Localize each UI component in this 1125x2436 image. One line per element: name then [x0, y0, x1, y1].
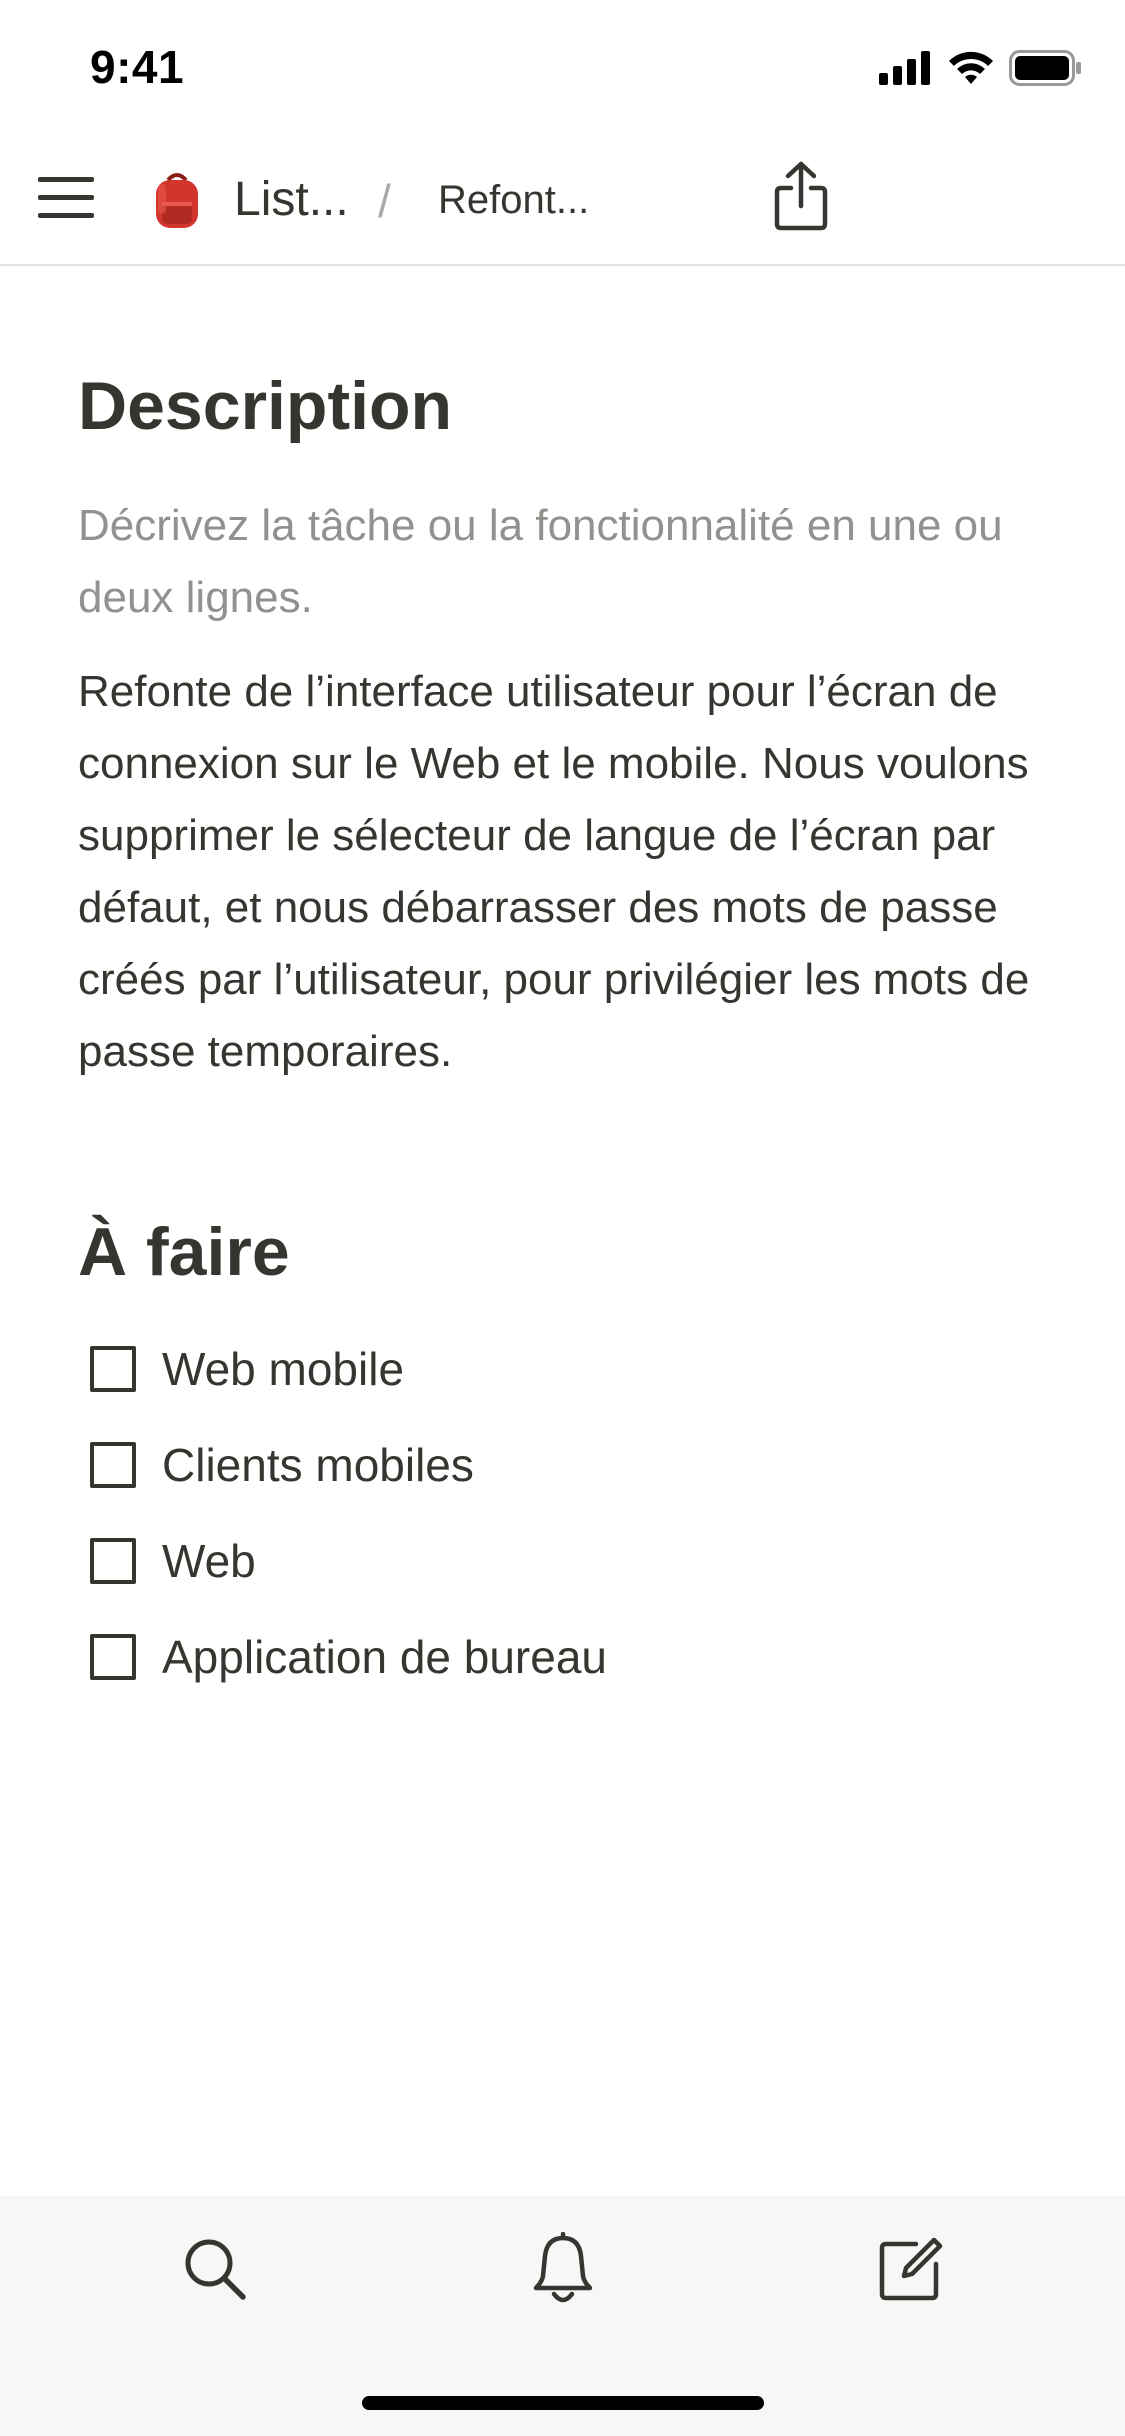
status-bar: 9:41: [0, 0, 1125, 132]
page-content: Description Décrivez la tâche ou la fonc…: [78, 266, 1058, 1705]
compose-tab-button[interactable]: [866, 2226, 956, 2316]
todo-item: Clients mobiles: [78, 1417, 1058, 1513]
menu-button[interactable]: [36, 170, 96, 230]
todo-list: Web mobile Clients mobiles Web Applicati…: [78, 1321, 1058, 1705]
search-tab-button[interactable]: [170, 2226, 260, 2316]
description-body[interactable]: Refonte de l’interface utilisateur pour …: [78, 656, 1058, 1088]
wifi-icon: [947, 50, 995, 91]
todo-checkbox[interactable]: [90, 1346, 136, 1393]
backpack-icon[interactable]: [148, 170, 206, 232]
todo-item: Application de bureau: [78, 1609, 1058, 1705]
todo-item: Web mobile: [78, 1321, 1058, 1417]
share-icon: [773, 160, 829, 237]
todo-label[interactable]: Clients mobiles: [162, 1438, 474, 1492]
hamburger-icon: [38, 175, 94, 226]
breadcrumb-parent[interactable]: List...: [234, 172, 349, 227]
nav-bar: List... / Refont...: [0, 132, 1125, 266]
todo-checkbox[interactable]: [90, 1442, 136, 1489]
todo-label[interactable]: Web: [162, 1534, 256, 1588]
todo-checkbox[interactable]: [90, 1538, 136, 1585]
cellular-signal-icon: [879, 50, 933, 90]
breadcrumb-current[interactable]: Refont...: [438, 178, 589, 223]
todo-item: Web: [78, 1513, 1058, 1609]
breadcrumb-separator: /: [378, 175, 391, 227]
bottom-tab-bar: [0, 2196, 1125, 2436]
bell-icon: [528, 2231, 598, 2311]
status-icons: [879, 49, 1083, 91]
battery-icon: [1009, 49, 1083, 91]
todo-label[interactable]: Web mobile: [162, 1342, 404, 1396]
search-icon: [180, 2234, 250, 2309]
home-indicator: [362, 2396, 764, 2410]
description-heading[interactable]: Description: [78, 366, 1058, 448]
compose-icon: [876, 2234, 946, 2309]
notifications-tab-button[interactable]: [518, 2226, 608, 2316]
status-time: 9:41: [90, 41, 185, 93]
todo-checkbox[interactable]: [90, 1634, 136, 1681]
todo-label[interactable]: Application de bureau: [162, 1630, 607, 1684]
share-button[interactable]: [770, 158, 832, 238]
description-placeholder[interactable]: Décrivez la tâche ou la fonctionnalité e…: [78, 490, 1058, 634]
todo-heading[interactable]: À faire: [78, 1212, 1058, 1294]
